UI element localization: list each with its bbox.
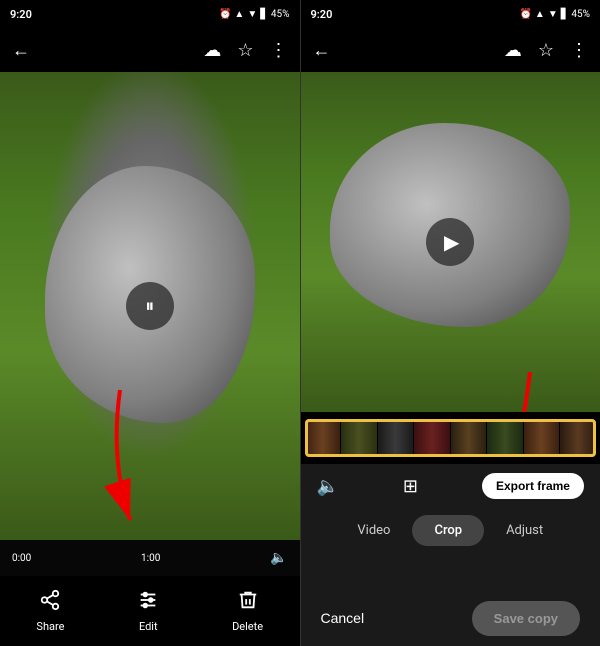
right-star-icon[interactable]: ☆ [538, 40, 554, 61]
right-battery-pct: 45% [571, 9, 590, 20]
right-play-button[interactable]: ▶ [426, 218, 474, 266]
left-pause-icon: ⏸ [145, 296, 154, 317]
left-video-bottom-bar: 0:00 1:00 🔈 [0, 540, 300, 576]
right-upload-icon[interactable]: ☁ [504, 40, 522, 61]
left-status-icons: ⏰ ▲ ▼ ▋ 45% [219, 9, 290, 20]
right-signal-icon: ▼ [548, 9, 558, 20]
left-back-icon[interactable]: ← [12, 40, 30, 61]
right-battery-icon: ▋ [561, 9, 569, 20]
left-nav-right: ☁ ☆ ⋮ [203, 40, 287, 61]
right-menu-icon[interactable]: ⋮ [570, 40, 588, 61]
left-top-nav: ← ☁ ☆ ⋮ [0, 28, 300, 72]
signal-icon: ▼ [247, 9, 257, 20]
battery-icon: ▋ [260, 9, 268, 20]
frame-export-icon[interactable]: ⊞ [403, 476, 418, 497]
share-icon [39, 589, 61, 616]
share-action[interactable]: Share [36, 589, 64, 633]
edit-icon [137, 589, 159, 616]
export-frame-button[interactable]: Export frame [482, 473, 584, 499]
left-volume-icon[interactable]: 🔈 [270, 550, 287, 566]
right-top-nav: ← ☁ ☆ ⋮ [301, 28, 600, 72]
tab-adjust[interactable]: Adjust [484, 515, 565, 546]
right-status-bar: 9:20 ⏰ ▲ ▼ ▋ 45% [301, 0, 600, 28]
edit-label: Edit [139, 620, 158, 633]
left-battery-pct: 45% [271, 9, 290, 20]
left-time-start: 0:00 [12, 553, 31, 564]
right-controls: 🔈 ⊞ Export frame [301, 464, 600, 508]
timeline-inner [305, 419, 597, 457]
save-copy-button[interactable]: Save copy [472, 601, 580, 636]
delete-label: Delete [232, 620, 263, 633]
left-bottom-action-bar: Share Edit Delete [0, 576, 300, 646]
left-status-bar: 9:20 ⏰ ▲ ▼ ▋ 45% [0, 0, 300, 28]
delete-action[interactable]: Delete [232, 589, 263, 633]
left-pause-button[interactable]: ⏸ [126, 282, 174, 330]
tabs-row: Video Crop Adjust [301, 508, 600, 552]
delete-icon [237, 589, 259, 616]
left-star-icon[interactable]: ☆ [237, 40, 253, 61]
right-status-icons: ⏰ ▲ ▼ ▋ 45% [519, 9, 590, 20]
right-alarm-icon: ⏰ [519, 9, 531, 20]
right-wifi-icon: ▲ [535, 9, 545, 20]
edit-action[interactable]: Edit [137, 589, 159, 633]
left-menu-icon[interactable]: ⋮ [270, 40, 288, 61]
wifi-icon: ▲ [234, 9, 244, 20]
alarm-icon: ⏰ [219, 9, 231, 20]
right-time: 9:20 [311, 8, 333, 21]
right-nav-right: ☁ ☆ ⋮ [504, 40, 588, 61]
left-upload-icon[interactable]: ☁ [203, 40, 221, 61]
tab-video[interactable]: Video [335, 515, 412, 546]
left-panel: 9:20 ⏰ ▲ ▼ ▋ 45% ← ☁ ☆ ⋮ ⏸ [0, 0, 300, 646]
right-panel: 9:20 ⏰ ▲ ▼ ▋ 45% ← ☁ ☆ ⋮ ▶ [301, 0, 600, 646]
tab-crop[interactable]: Crop [412, 515, 484, 546]
left-time: 9:20 [10, 8, 32, 21]
timeline-strip[interactable] [301, 412, 600, 464]
left-time-end: 1:00 [141, 553, 160, 564]
share-label: Share [36, 620, 64, 633]
cancel-button[interactable]: Cancel [321, 610, 365, 626]
right-play-icon: ▶ [444, 230, 459, 254]
left-video-area[interactable]: ⏸ [0, 72, 300, 540]
right-video-area[interactable]: ▶ [301, 72, 600, 412]
volume-icon[interactable]: 🔈 [317, 476, 339, 497]
right-back-icon[interactable]: ← [313, 40, 331, 61]
right-bottom-bar: Cancel Save copy [301, 590, 600, 646]
